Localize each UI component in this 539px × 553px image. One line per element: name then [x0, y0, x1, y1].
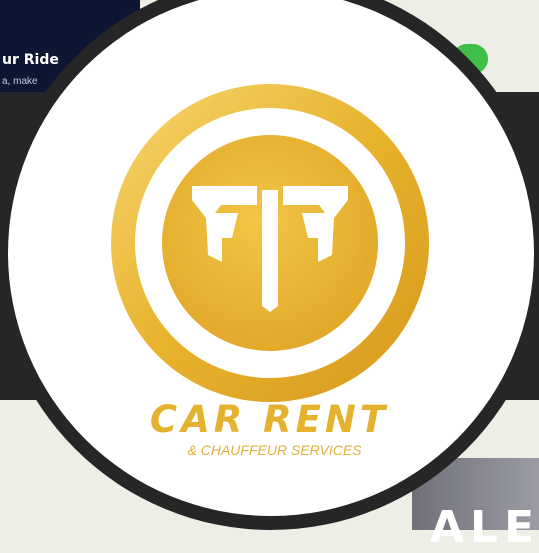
brand-tagline: & CHAUFFEUR SERVICES — [187, 442, 362, 458]
brand-name: CAR RENT — [149, 398, 390, 441]
